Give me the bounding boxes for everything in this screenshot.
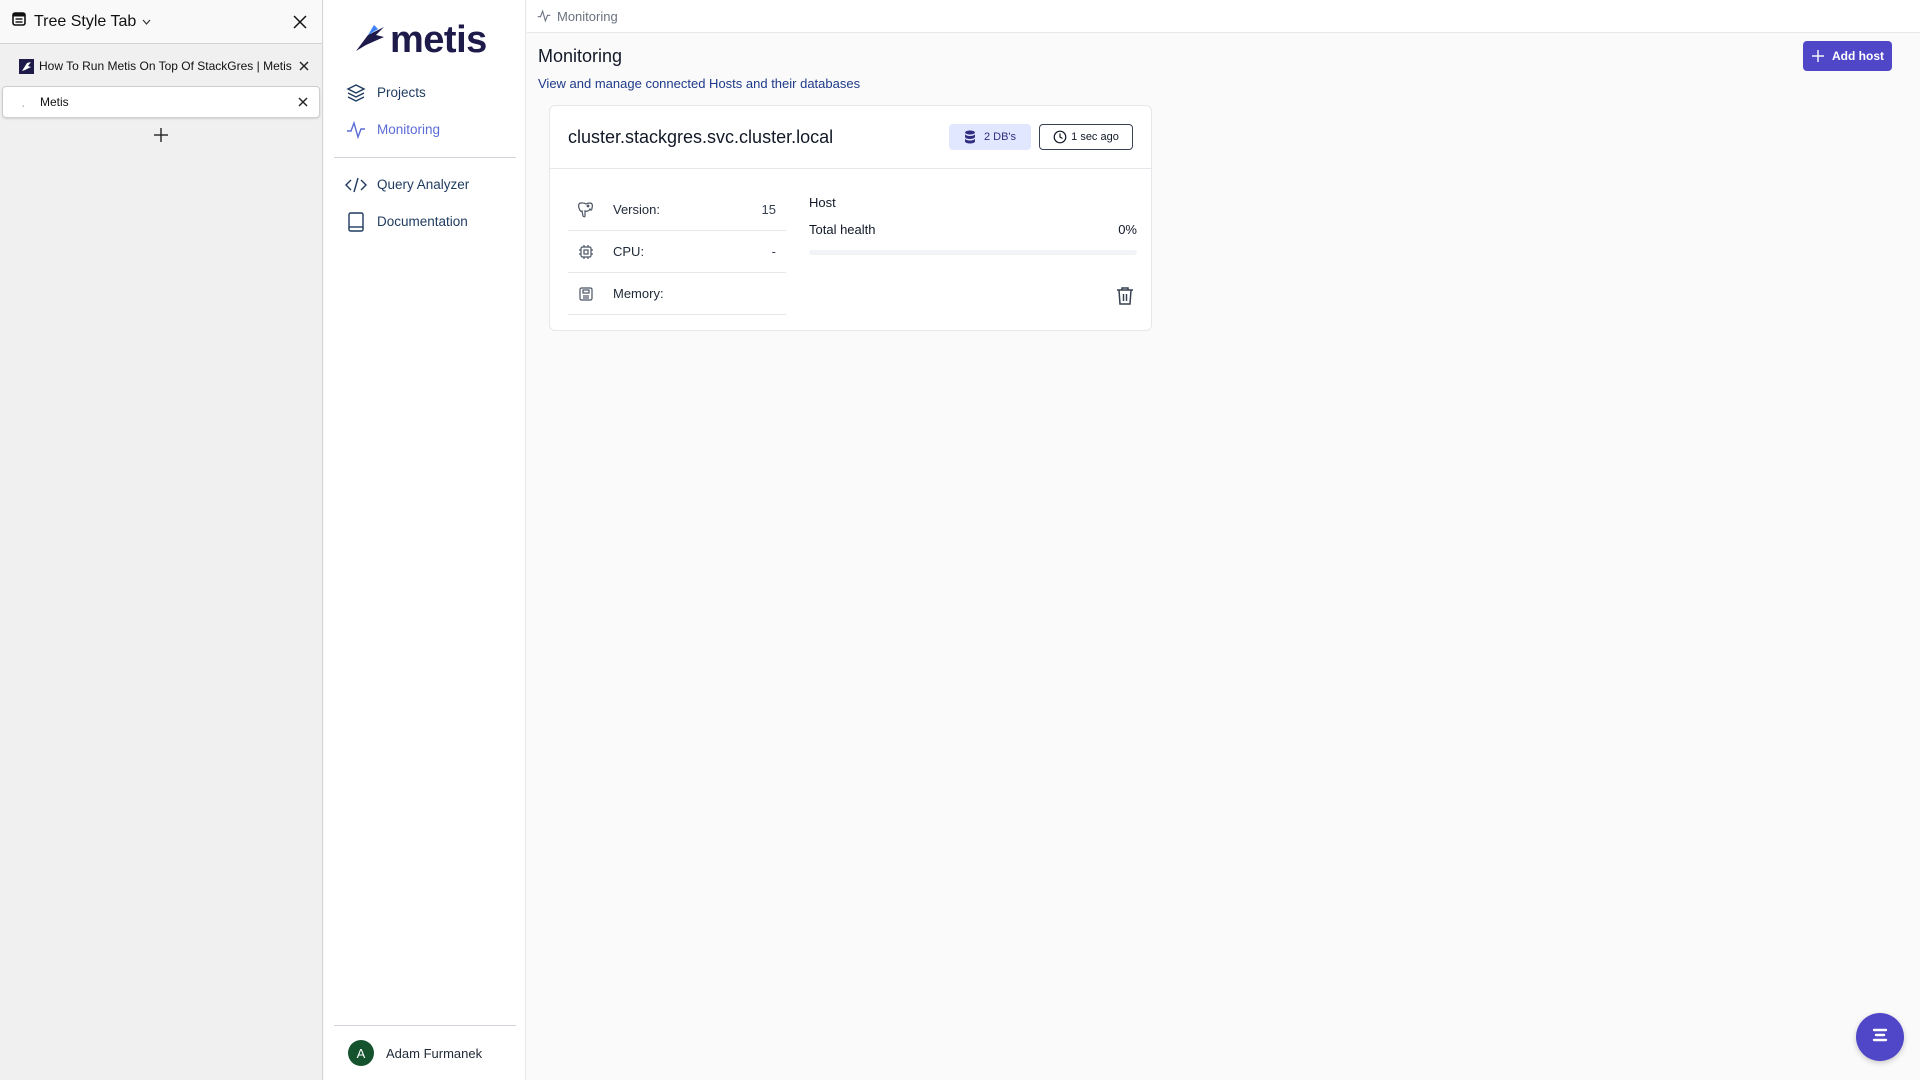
metric-value: - bbox=[771, 244, 776, 259]
close-tab-icon[interactable] bbox=[295, 94, 311, 110]
add-host-label: Add host bbox=[1832, 49, 1884, 63]
last-update-badge[interactable]: 1 sec ago bbox=[1039, 124, 1133, 150]
page-title: Monitoring bbox=[538, 46, 623, 66]
nav-label: Query Analyzer bbox=[377, 177, 470, 192]
host-name[interactable]: cluster.stackgres.svc.cluster.local bbox=[568, 127, 949, 148]
app-sidebar: metis Projects Monitoring Query Analyzer bbox=[324, 0, 526, 1080]
nav-secondary: Query Analyzer Documentation bbox=[340, 166, 510, 240]
metric-row-memory: Memory: bbox=[568, 273, 786, 315]
tst-tab-item[interactable]: How To Run Metis On Top Of StackGres | M… bbox=[2, 50, 320, 82]
avatar: A bbox=[348, 1040, 374, 1066]
chat-support-button[interactable] bbox=[1856, 1013, 1904, 1061]
close-icon[interactable] bbox=[290, 12, 310, 32]
postgres-elephant-icon bbox=[574, 201, 598, 219]
plus-icon bbox=[153, 127, 169, 148]
db-count-badge[interactable]: 2 DB's bbox=[949, 124, 1031, 150]
host-metrics: Version: 15 CPU: - Memory: bbox=[568, 189, 786, 315]
breadcrumb: Monitoring bbox=[527, 0, 1920, 33]
metric-label: CPU: bbox=[613, 244, 645, 259]
nav-item-documentation[interactable]: Documentation bbox=[340, 203, 510, 240]
tst-title: Tree Style Tab bbox=[34, 12, 137, 30]
health-title: Host bbox=[809, 195, 836, 210]
chat-icon bbox=[1870, 1027, 1890, 1048]
page-subtitle: View and manage connected Hosts and thei… bbox=[538, 76, 861, 91]
activity-icon bbox=[537, 9, 551, 23]
sidebar-panel-icon bbox=[12, 12, 26, 31]
book-icon bbox=[344, 210, 368, 234]
host-card[interactable]: cluster.stackgres.svc.cluster.local 2 DB… bbox=[549, 105, 1152, 331]
logo-text: metis bbox=[390, 18, 487, 61]
metis-bird-icon bbox=[354, 23, 388, 58]
user-name: Adam Furmanek bbox=[386, 1045, 483, 1061]
metis-favicon-icon bbox=[18, 58, 34, 74]
metric-value: 15 bbox=[761, 202, 776, 217]
clock-icon bbox=[1053, 130, 1067, 144]
new-tab-button[interactable] bbox=[0, 120, 322, 154]
metric-label: Memory: bbox=[613, 286, 664, 301]
layers-icon bbox=[344, 81, 368, 105]
metric-row-version: Version: 15 bbox=[568, 189, 786, 231]
health-progress-bar bbox=[809, 250, 1137, 255]
tst-tab-item-active[interactable]: Metis bbox=[2, 86, 320, 118]
nav-item-projects[interactable]: Projects bbox=[340, 74, 510, 111]
plus-icon bbox=[1811, 49, 1825, 63]
nav-label: Monitoring bbox=[377, 122, 441, 137]
close-tab-icon[interactable] bbox=[296, 58, 312, 74]
code-icon bbox=[344, 173, 368, 197]
activity-icon bbox=[344, 118, 368, 142]
nav-label: Documentation bbox=[377, 214, 468, 229]
metric-label: Version: bbox=[613, 202, 660, 217]
chevron-down-icon bbox=[142, 16, 151, 28]
db-count-label: 2 DB's bbox=[983, 131, 1017, 143]
nav-item-monitoring[interactable]: Monitoring bbox=[340, 111, 510, 148]
user-menu[interactable]: A Adam Furmanek bbox=[348, 1040, 482, 1066]
cpu-chip-icon bbox=[574, 244, 598, 260]
memory-icon bbox=[574, 286, 598, 302]
tst-tab-label: Metis bbox=[40, 95, 69, 109]
database-icon bbox=[964, 130, 976, 144]
metric-row-cpu: CPU: - bbox=[568, 231, 786, 273]
metis-logo[interactable]: metis bbox=[354, 18, 487, 62]
health-label: Total health bbox=[809, 222, 876, 237]
tst-title-menu[interactable]: Tree Style Tab bbox=[34, 13, 151, 31]
tst-tab-label: How To Run Metis On Top Of StackGres | M… bbox=[39, 59, 292, 73]
loading-icon bbox=[19, 94, 35, 110]
health-row: Total health 0% bbox=[809, 216, 1137, 243]
add-host-button[interactable]: Add host bbox=[1803, 41, 1892, 71]
health-section: Host Total health 0% bbox=[809, 189, 1137, 255]
nav-primary: Projects Monitoring bbox=[340, 74, 510, 148]
host-card-header: cluster.stackgres.svc.cluster.local 2 DB… bbox=[550, 106, 1151, 169]
nav-divider-bottom bbox=[334, 1025, 516, 1026]
nav-label: Projects bbox=[377, 85, 426, 100]
nav-item-query-analyzer[interactable]: Query Analyzer bbox=[340, 166, 510, 203]
breadcrumb-item[interactable]: Monitoring bbox=[557, 9, 618, 24]
trash-icon[interactable] bbox=[1113, 284, 1137, 308]
main-content: Monitoring Monitoring View and manage co… bbox=[527, 0, 1920, 1080]
health-value: 0% bbox=[1118, 222, 1137, 237]
last-update-label: 1 sec ago bbox=[1071, 131, 1119, 143]
tst-header: Tree Style Tab bbox=[0, 0, 322, 44]
nav-divider bbox=[334, 157, 516, 158]
tree-style-tab-panel: Tree Style Tab How To Run Metis On Top O… bbox=[0, 0, 323, 1080]
